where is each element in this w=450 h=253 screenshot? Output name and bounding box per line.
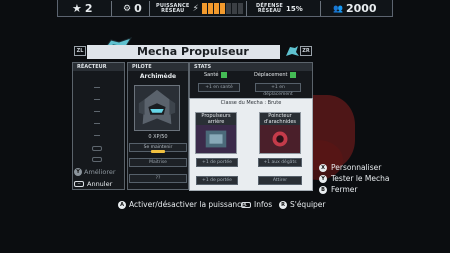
toggle-power-button[interactable]: A Activer/désactiver la puissance bbox=[118, 200, 246, 209]
toggle-power-label: Activer/désactiver la puissance bbox=[129, 200, 246, 209]
move-stat: Déplacement bbox=[254, 72, 297, 78]
mecha-small-icon bbox=[286, 46, 299, 56]
defense-label-2: RÉSEAU bbox=[257, 7, 282, 14]
top-hud: ★ 2 ⚙ 0 PUISSANCE RÉSEAU ⚡ DÉFENSE RÉSEA… bbox=[57, 0, 393, 17]
spider-icon bbox=[272, 131, 288, 147]
gears-value: 0 bbox=[134, 2, 142, 15]
power-bar bbox=[201, 3, 243, 14]
zr-key-hint[interactable]: ZR bbox=[300, 46, 312, 56]
lightning-icon: ⚡ bbox=[192, 3, 199, 14]
minus-key-icon: − bbox=[74, 181, 84, 187]
grid-defense: DÉFENSE RÉSEAU 15% bbox=[256, 0, 303, 17]
power-grid: PUISSANCE RÉSEAU ⚡ bbox=[156, 0, 243, 17]
health-label: Santé bbox=[204, 72, 219, 78]
close-button[interactable]: B Fermer bbox=[319, 185, 357, 194]
module-name: Poincteur d'arachnides bbox=[260, 113, 300, 125]
close-label: Fermer bbox=[331, 185, 358, 194]
test-mech-button[interactable]: Y Tester le Mecha bbox=[319, 174, 390, 183]
pilot-name: Archimède bbox=[139, 73, 177, 80]
module-upgrade-pull[interactable]: Attirer bbox=[258, 176, 302, 185]
move-icon bbox=[290, 72, 297, 78]
cancel-label: Annuler bbox=[87, 180, 113, 188]
people-icon: 👥 bbox=[333, 4, 343, 13]
customize-label: Personnaliser bbox=[331, 163, 382, 172]
pilot-header: PILOTE bbox=[128, 63, 188, 71]
customize-button[interactable]: X Personnaliser bbox=[319, 163, 381, 172]
equip-button[interactable]: R S'équiper bbox=[279, 200, 326, 209]
health-icon bbox=[221, 72, 228, 78]
move-upgrade-box[interactable]: +1 en déplacement bbox=[255, 83, 301, 97]
mech-class-label: Classe du Mecha : Brute bbox=[220, 100, 282, 106]
info-label: Infos bbox=[254, 200, 273, 209]
thruster-icon bbox=[205, 130, 227, 148]
move-label: Déplacement bbox=[254, 72, 288, 78]
y-button-icon: Y bbox=[319, 174, 327, 183]
pilot-portrait[interactable] bbox=[134, 85, 180, 131]
l-button-icon: L bbox=[241, 201, 251, 208]
cancel-button[interactable]: − Annuler bbox=[74, 180, 112, 188]
health-upgrade-box[interactable]: +1 en santé bbox=[198, 83, 240, 92]
upgrade-button[interactable]: Y Améliorer bbox=[74, 168, 116, 176]
x-button-icon: X bbox=[319, 163, 327, 172]
equip-label: S'équiper bbox=[290, 200, 326, 209]
info-button[interactable]: L Infos bbox=[241, 200, 272, 209]
population-value: 2000 bbox=[345, 2, 377, 15]
population-counter: 👥 2000 bbox=[333, 0, 377, 17]
gear-icon: ⚙ bbox=[123, 3, 132, 14]
stats-header: STATS bbox=[190, 63, 312, 71]
pilot-xp: 0 XP/50 bbox=[148, 134, 168, 140]
pilot-mastery-button[interactable]: Maitrise bbox=[129, 158, 187, 167]
defense-value: 15% bbox=[286, 4, 303, 13]
module-card-thrusters[interactable]: Propulseurs arrière bbox=[195, 112, 237, 154]
y-button-icon: Y bbox=[74, 168, 82, 176]
page-title: Mecha Propulseur bbox=[87, 45, 280, 59]
stars-counter: ★ 2 bbox=[72, 0, 93, 17]
module-name: Propulseurs arrière bbox=[196, 113, 236, 125]
module-upgrade-range-2[interactable]: +1 de portée bbox=[196, 176, 238, 185]
b-button-icon: B bbox=[319, 185, 327, 194]
test-mech-label: Tester le Mecha bbox=[331, 174, 390, 183]
module-upgrade-range-1[interactable]: +1 de portée bbox=[196, 158, 238, 167]
health-stat: Santé bbox=[204, 72, 228, 78]
module-card-spider[interactable]: Poincteur d'arachnides bbox=[259, 112, 301, 154]
star-icon: ★ bbox=[72, 2, 82, 15]
reactor-header: RÉACTEUR bbox=[73, 63, 124, 71]
power-label-2: RÉSEAU bbox=[161, 7, 185, 14]
module-upgrade-damage[interactable]: +1 aux dégâts bbox=[258, 158, 302, 167]
r-button-icon: R bbox=[279, 200, 287, 209]
pilot-unknown-button[interactable]: ?? bbox=[129, 174, 187, 183]
stars-value: 2 bbox=[84, 2, 93, 15]
zl-key-hint[interactable]: ZL bbox=[74, 46, 86, 56]
a-button-icon: A bbox=[118, 200, 126, 209]
upgrade-label: Améliorer bbox=[84, 168, 116, 176]
skill-indicator bbox=[151, 150, 165, 153]
gears-counter: ⚙ 0 bbox=[123, 0, 142, 17]
pilot-avatar bbox=[138, 89, 176, 125]
